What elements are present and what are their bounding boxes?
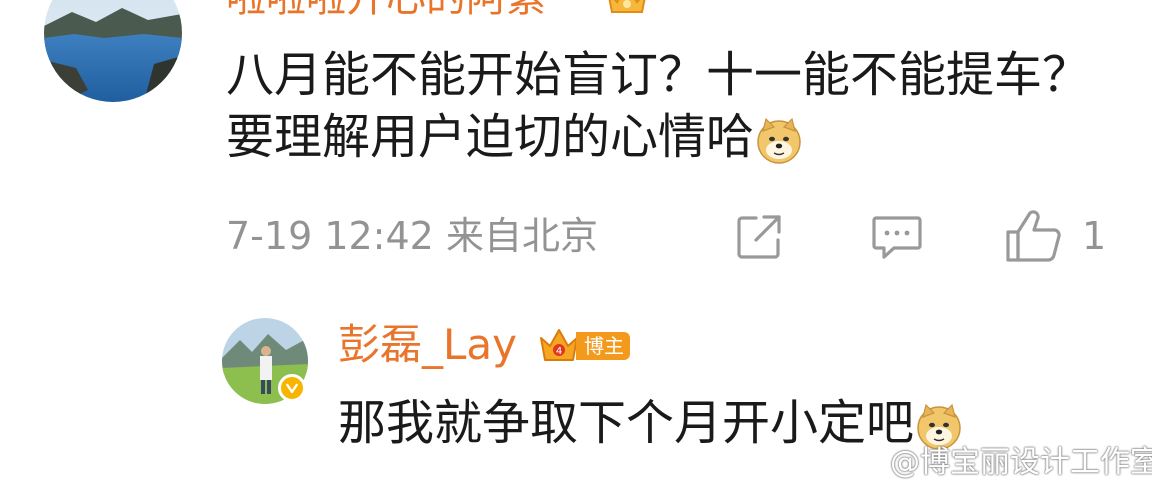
reply-username[interactable]: 彭磊_Lay [338, 320, 517, 370]
comment-username[interactable]: 啦啦啦开心的阿紫 [226, 0, 546, 18]
badge-label: 博主 [576, 332, 630, 360]
avatar-image [44, 0, 182, 102]
reply-text-content: 那我就争取下个月开小定吧 [338, 395, 915, 451]
like-icon[interactable] [1004, 208, 1064, 264]
like-count: 1 [1082, 214, 1107, 258]
weibo-logo-icon [847, 452, 884, 479]
reply-text: 那我就争取下个月开小定吧 [338, 392, 964, 454]
reply-icon[interactable] [870, 212, 924, 262]
vip-crown-icon: 4 [540, 329, 578, 361]
verified-icon [278, 374, 306, 402]
avatar[interactable] [44, 0, 182, 102]
doge-emoji [917, 403, 961, 450]
doge-emoji [757, 117, 801, 164]
watermark: @博宝丽设计工作室 [846, 446, 1152, 480]
watermark-text: @博宝丽设计工作室 [890, 445, 1152, 480]
comment-meta: 7-19 12:42 来自北京 [226, 214, 598, 258]
svg-text:4: 4 [556, 346, 562, 357]
comment-text-content: 八月能不能开始盲订？十一能不能提车？要理解用户迫切的心情哈 [226, 47, 1091, 165]
timestamp: 7-19 12:42 [226, 214, 434, 258]
location: 来自北京 [445, 214, 598, 258]
comment-text: 八月能不能开始盲订？十一能不能提车？要理解用户迫切的心情哈 [226, 44, 1106, 168]
share-icon[interactable] [734, 212, 784, 262]
crown-icon [608, 0, 646, 13]
